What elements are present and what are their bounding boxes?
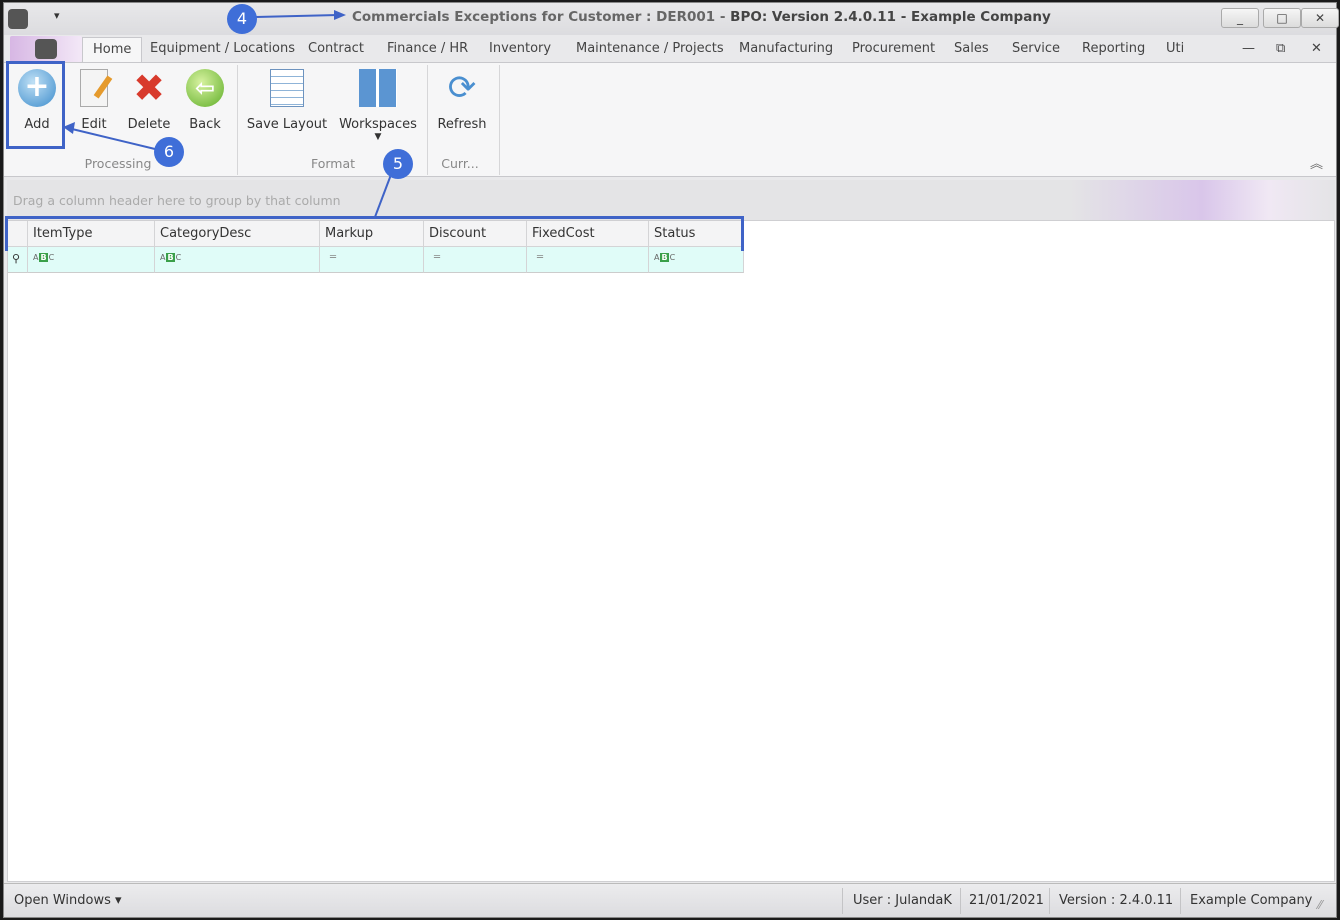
annotation-arrow-6 [71, 128, 156, 150]
annotation-marker-6: 6 [154, 137, 184, 167]
annotation-arrow-4 [255, 14, 339, 18]
annotation-marker-4: 4 [227, 4, 257, 34]
annotation-line-5 [374, 171, 393, 218]
highlight-grid-columns [5, 216, 744, 251]
annotation-layer [63, 10, 393, 218]
highlight-add-button [6, 61, 65, 149]
annotation-marker-5: 5 [383, 149, 413, 179]
annotation-arrowhead [334, 10, 346, 20]
